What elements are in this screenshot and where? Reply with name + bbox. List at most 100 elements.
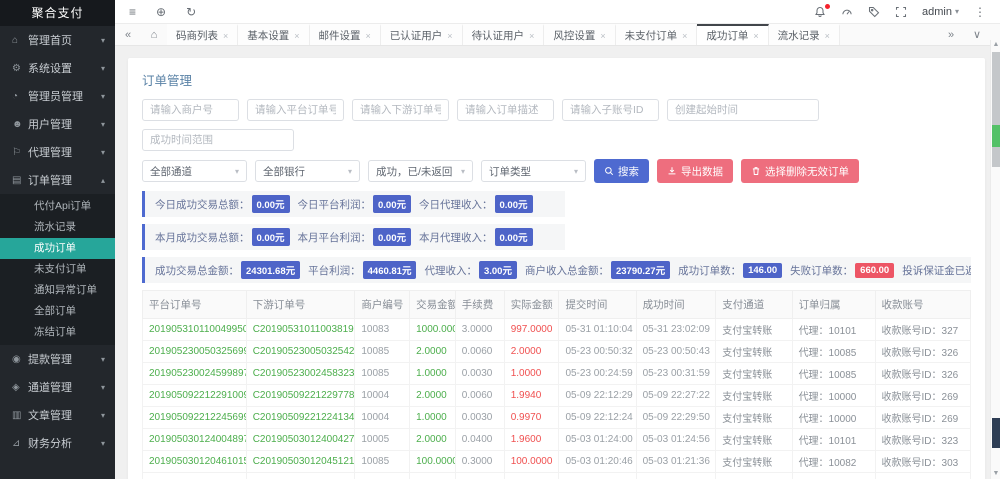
status-select[interactable]: 成功，已/未返回▾ bbox=[368, 160, 473, 182]
close-icon[interactable]: × bbox=[223, 31, 228, 41]
tabs-collapse-icon[interactable]: « bbox=[115, 24, 141, 45]
nav-withdraw-management[interactable]: ◉提款管理▾ bbox=[0, 345, 115, 373]
export-button-label: 导出数据 bbox=[681, 164, 723, 179]
close-icon[interactable]: × bbox=[825, 31, 830, 41]
nav-dashboard[interactable]: ⌂管理首页▾ bbox=[0, 26, 115, 54]
sub-frozen-orders[interactable]: 冻结订单 bbox=[0, 322, 115, 343]
table-cell: 0.9970 bbox=[504, 473, 559, 479]
bell-icon[interactable] bbox=[814, 6, 826, 18]
tab-flow-records-label: 流水记录 bbox=[778, 28, 820, 43]
scrollbar-thumb[interactable] bbox=[992, 52, 1000, 167]
table-cell: 0.0060 bbox=[455, 341, 504, 363]
vertical-scrollbar[interactable]: ▲ ▼ bbox=[990, 40, 1000, 479]
home-icon: ⌂ bbox=[12, 35, 28, 46]
close-icon[interactable]: × bbox=[447, 31, 452, 41]
close-icon[interactable]: × bbox=[366, 31, 371, 41]
chevron-down-icon: ▾ bbox=[101, 411, 105, 420]
sub-flow-records[interactable]: 流水记录 bbox=[0, 217, 115, 238]
table-cell: 2.0000 bbox=[410, 341, 456, 363]
merchant-no-input[interactable] bbox=[142, 99, 239, 121]
tab-verified-users[interactable]: 已认证用户× bbox=[381, 24, 463, 45]
table-row: 20190509221229100995C2019050922122977846… bbox=[143, 385, 971, 407]
order-desc-input[interactable] bbox=[457, 99, 554, 121]
tab-unpaid-orders[interactable]: 未支付订单× bbox=[616, 24, 698, 45]
nav-channel-management[interactable]: ◈通道管理▾ bbox=[0, 373, 115, 401]
table-cell: 收款账号ID：327 bbox=[875, 319, 970, 341]
finance-icon: ⊿ bbox=[12, 438, 28, 449]
tab-success-orders[interactable]: 成功订单× bbox=[697, 24, 768, 45]
bank-select[interactable]: 全部银行▾ bbox=[255, 160, 360, 182]
nav-user-management-label: 用户管理 bbox=[28, 116, 101, 132]
stat-value-badge: 146.00 bbox=[743, 263, 782, 278]
stat-label: 今日平台利润： bbox=[298, 197, 372, 212]
tabs-dropdown-icon[interactable]: ∨ bbox=[964, 24, 990, 45]
table-cell: 10085 bbox=[355, 473, 410, 479]
globe-icon[interactable]: ⊕ bbox=[156, 6, 166, 18]
more-icon[interactable]: ⋮ bbox=[974, 6, 986, 18]
table-cell: C20190503011620273638 bbox=[246, 473, 355, 479]
export-data-button[interactable]: 导出数据 bbox=[657, 159, 733, 183]
table-cell: 20190531011004995057 bbox=[143, 319, 247, 341]
tab-flow-records[interactable]: 流水记录 × bbox=[769, 24, 840, 45]
tab-pending-users[interactable]: 待认证用户× bbox=[463, 24, 545, 45]
close-icon[interactable]: × bbox=[529, 31, 534, 41]
tab-basic-settings[interactable]: 基本设置× bbox=[238, 24, 309, 45]
menu-list-icon[interactable]: ≡ bbox=[129, 6, 136, 18]
sub-notify-error-orders[interactable]: 通知异常订单 bbox=[0, 280, 115, 301]
downstream-order-no-input[interactable] bbox=[352, 99, 449, 121]
stat-label: 商户收入总金额： bbox=[525, 263, 609, 278]
tab-home-icon[interactable]: ⌂ bbox=[141, 24, 167, 45]
tag-icon[interactable] bbox=[868, 6, 880, 18]
sub-unpaid-orders[interactable]: 未支付订单 bbox=[0, 259, 115, 280]
table-cell: 20190503011621535010 bbox=[143, 473, 247, 479]
tab-risk-settings[interactable]: 风控设置× bbox=[544, 24, 615, 45]
stat-label: 本月代理收入： bbox=[419, 230, 493, 245]
scroll-down-icon[interactable]: ▼ bbox=[991, 469, 1000, 479]
tab-mail-settings[interactable]: 邮件设置× bbox=[310, 24, 381, 45]
nav-finance-analysis[interactable]: ⊿财务分析▾ bbox=[0, 429, 115, 457]
close-icon[interactable]: × bbox=[600, 31, 605, 41]
nav-order-management[interactable]: ▤订单管理▴ bbox=[0, 166, 115, 194]
user-menu[interactable]: admin ▾ bbox=[922, 6, 959, 18]
table-cell: 05-03 01:21:36 bbox=[636, 451, 716, 473]
platform-order-no-input[interactable] bbox=[247, 99, 344, 121]
tabs-forward-icon[interactable]: » bbox=[938, 24, 964, 45]
scroll-up-icon[interactable]: ▲ bbox=[991, 40, 1000, 50]
sub-account-id-input[interactable] bbox=[562, 99, 659, 121]
table-cell: 05-23 00:50:43 bbox=[636, 341, 716, 363]
status-select-value: 成功，已/未返回 bbox=[376, 164, 452, 179]
refresh-icon[interactable]: ↻ bbox=[186, 6, 196, 18]
tab-merchant-list[interactable]: 码商列表× bbox=[167, 24, 238, 45]
nav-system-settings-label: 系统设置 bbox=[28, 60, 101, 76]
sub-all-orders[interactable]: 全部订单 bbox=[0, 301, 115, 322]
nav-article-management[interactable]: ▥文章管理▾ bbox=[0, 401, 115, 429]
sub-api-payout-orders[interactable]: 代付Api订单 bbox=[0, 196, 115, 217]
sidebar: 聚合支付 ⌂管理首页▾⚙系统设置▾◔管理员管理▾☻用户管理▾⚐代理管理▾▤订单管… bbox=[0, 0, 115, 479]
table-cell: 20190523002459989752 bbox=[143, 363, 247, 385]
stat-label: 成功订单数： bbox=[678, 263, 741, 278]
stat-value-badge: 4460.81元 bbox=[363, 261, 417, 279]
table-cell: 05-09 22:12:29 bbox=[559, 385, 636, 407]
order-submenu: 代付Api订单流水记录成功订单未支付订单通知异常订单全部订单冻结订单 bbox=[0, 194, 115, 345]
nav-system-settings[interactable]: ⚙系统设置▾ bbox=[0, 54, 115, 82]
nav-user-management[interactable]: ☻用户管理▾ bbox=[0, 110, 115, 138]
close-icon[interactable]: × bbox=[682, 31, 687, 41]
nav-agent-management[interactable]: ⚐代理管理▾ bbox=[0, 138, 115, 166]
create-start-time-input[interactable] bbox=[667, 99, 819, 121]
close-icon[interactable]: × bbox=[294, 31, 299, 41]
table-cell: 10004 bbox=[355, 385, 410, 407]
dashboard-icon[interactable] bbox=[841, 6, 853, 18]
stat-value-badge: 0.00元 bbox=[373, 195, 411, 213]
success-time-range-input[interactable] bbox=[142, 129, 294, 151]
close-icon[interactable]: × bbox=[753, 31, 758, 41]
search-button[interactable]: 搜索 bbox=[594, 159, 649, 183]
table-cell: 1.9940 bbox=[504, 385, 559, 407]
nav-admin-management[interactable]: ◔管理员管理▾ bbox=[0, 82, 115, 110]
order-type-select[interactable]: 订单类型▾ bbox=[481, 160, 586, 182]
delete-invalid-orders-button[interactable]: 选择删除无效订单 bbox=[741, 159, 859, 183]
fullscreen-icon[interactable] bbox=[895, 6, 907, 18]
stat-bar-1: 今日成功交易总额：0.00元今日平台利润：0.00元今日代理收入：0.00元 bbox=[142, 191, 565, 217]
sub-success-orders[interactable]: 成功订单 bbox=[0, 238, 115, 259]
channel-select[interactable]: 全部通道▾ bbox=[142, 160, 247, 182]
table-cell: C20190523005032542611 bbox=[246, 341, 355, 363]
